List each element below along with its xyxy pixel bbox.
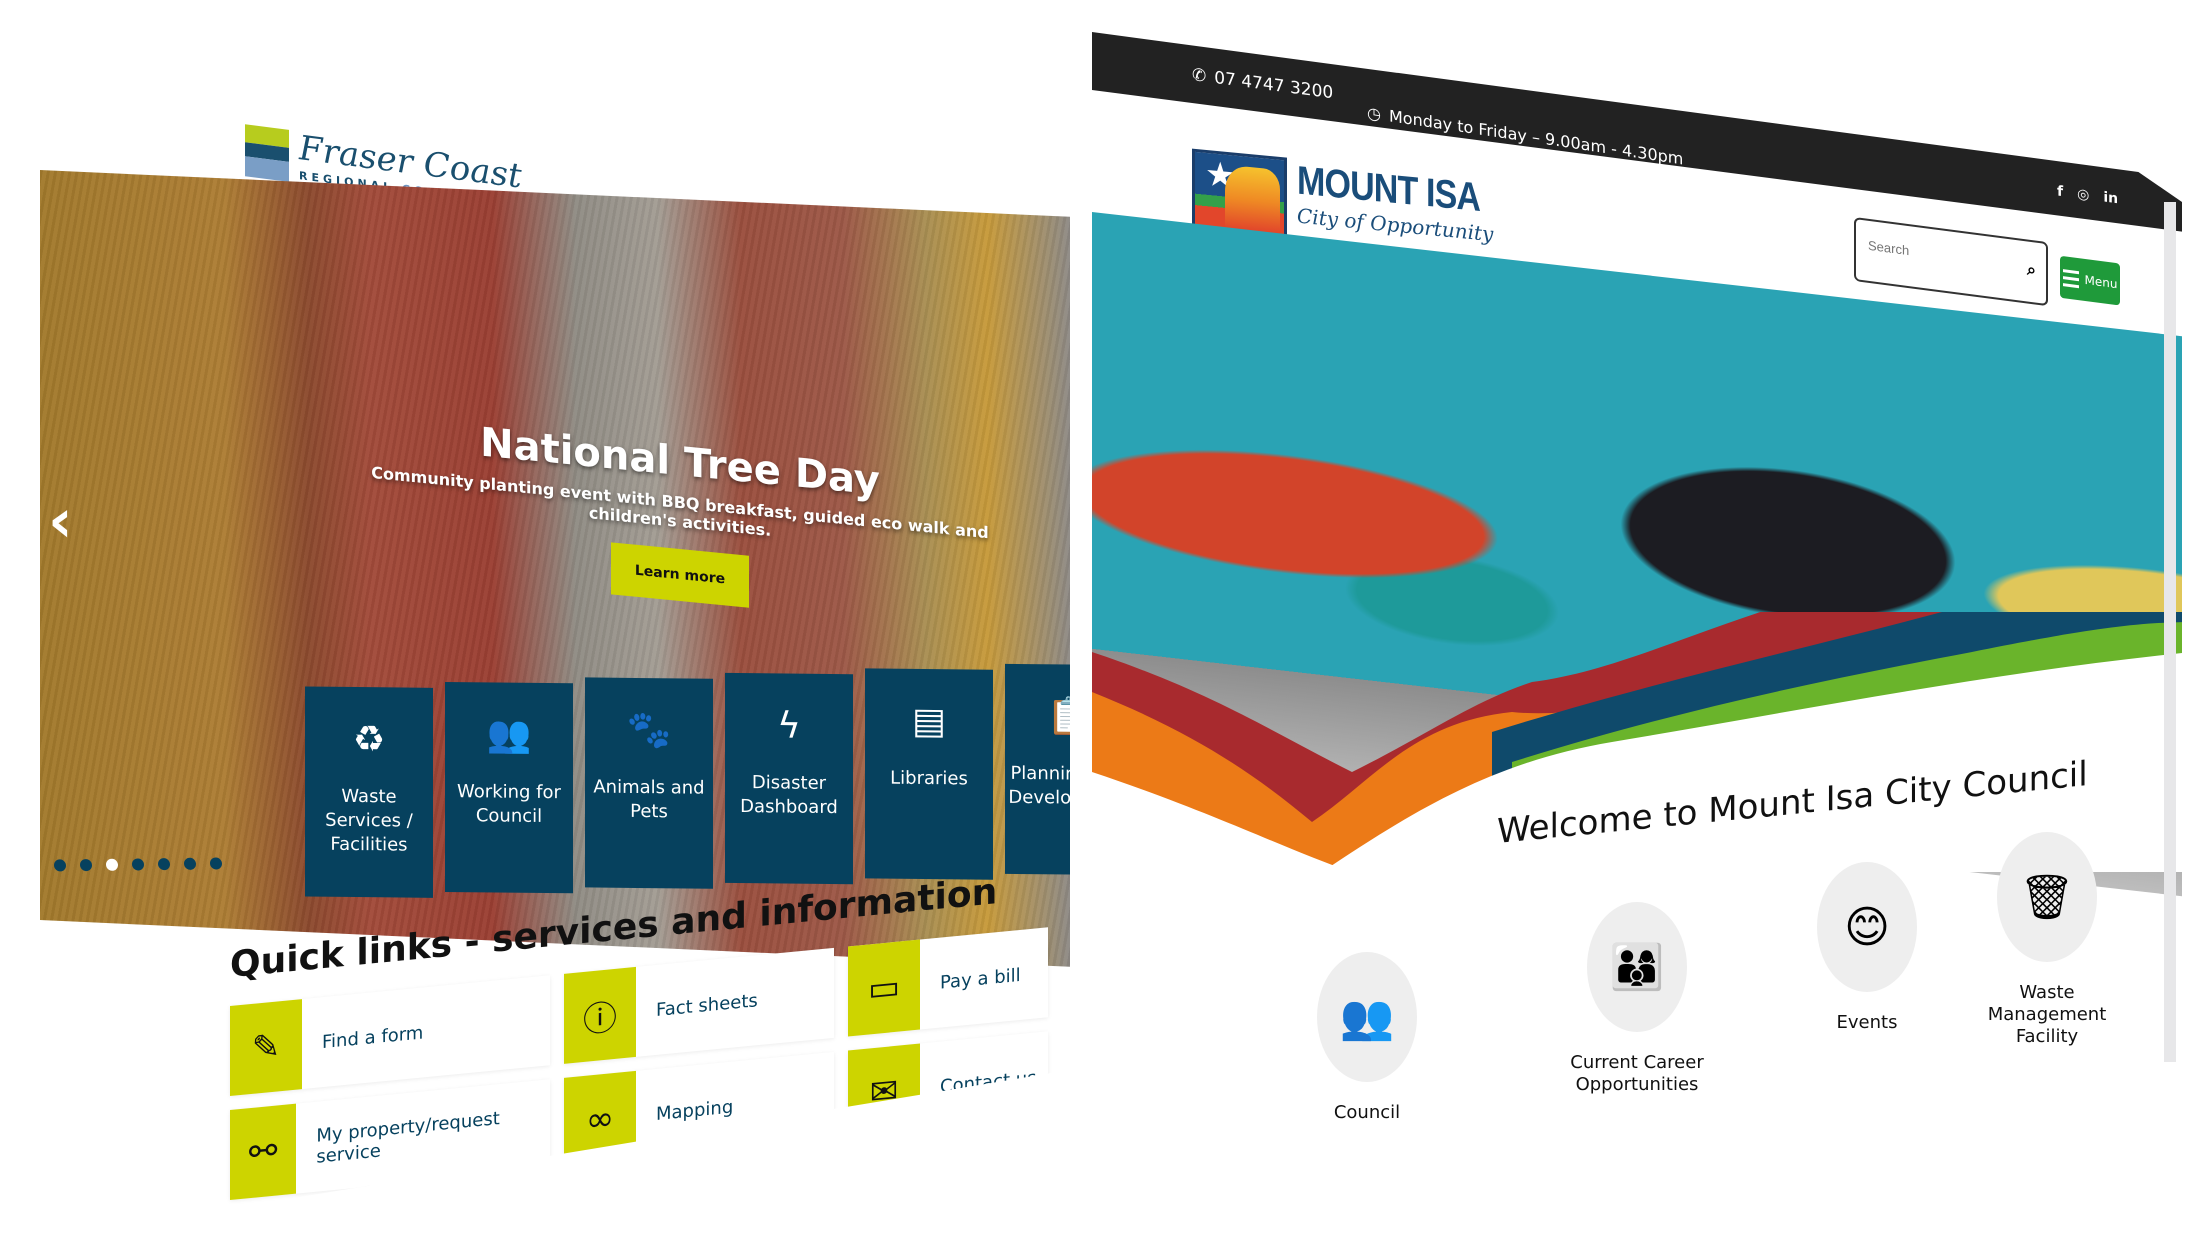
slider-dot[interactable] [54, 859, 66, 872]
people-group-icon: 👥 [486, 714, 532, 756]
fc-service-tile-label: Libraries [890, 767, 968, 790]
slider-dot[interactable] [210, 857, 222, 870]
search-icon[interactable]: ⌕ [2027, 259, 2036, 280]
fc-service-tile-label: Planning and Development [1008, 762, 1070, 810]
fc-service-tile[interactable]: 📋 Planning and Development [1005, 663, 1070, 876]
fc-quick-link[interactable]: ▭ Pay a bill [848, 927, 1048, 1037]
mi-phone[interactable]: ✆ 07 4747 3200 [1192, 65, 1333, 103]
linkedin-icon[interactable]: in [2103, 189, 2118, 207]
fc-service-tile-label: Waste Services / Facilities [325, 785, 413, 856]
mi-quick-link-label: Waste Management Facility [1987, 982, 2107, 1047]
fc-quick-link[interactable]: ⚯ My property/request service [230, 1079, 550, 1200]
fc-slider-dots [54, 857, 222, 881]
fc-service-tile-label: Animals and Pets [593, 776, 705, 823]
fraser-coast-screen: Fraser Coast REGIONAL COUNCIL 🔍︎ Search … [40, 20, 1070, 1240]
fc-quick-link-label: Find a form [322, 1021, 424, 1053]
learn-more-button[interactable]: Learn more [610, 542, 750, 608]
fc-logo-mark-icon [245, 124, 289, 182]
credit-card-icon: ▭ [848, 939, 920, 1037]
mi-quick-link[interactable]: 👥 Council [1282, 952, 1452, 1124]
clock-icon: ◷ [1367, 102, 1381, 125]
mi-quick-link-label: Council [1333, 1102, 1401, 1123]
fc-service-tile[interactable]: ▤ Libraries [865, 668, 993, 880]
chevron-left-icon[interactable]: ‹ [48, 485, 73, 556]
smiley-icon: 😊 [1817, 862, 1917, 992]
fc-service-tile[interactable]: 🐾 Animals and Pets [585, 677, 713, 889]
fc-quick-link-label: Fact sheets [656, 989, 758, 1021]
fc-hero-slider: ‹ National Tree Day Community planting e… [40, 170, 1070, 967]
paw-icon: 🐾 [626, 709, 672, 752]
fc-quick-link[interactable]: ∞ Mapping [564, 1051, 834, 1168]
device-frame-edge [2164, 202, 2176, 1062]
mi-menu-button[interactable]: Menu [2060, 255, 2120, 306]
binoculars-icon: ∞ [564, 1070, 636, 1168]
envelope-icon: ✉ [848, 1043, 920, 1141]
mi-social-links: f ◎ in [2057, 183, 2118, 207]
book-icon: ▤ [911, 700, 946, 743]
fc-quick-link-label: Contact us [940, 1066, 1037, 1098]
career-people-icon: 👨‍👩‍👦 [1587, 902, 1687, 1032]
slider-dot[interactable] [184, 857, 196, 871]
phone-icon: ✆ [1192, 64, 1207, 87]
mi-search-input[interactable] [1866, 236, 2010, 273]
facebook-icon[interactable]: f [2057, 183, 2063, 200]
instagram-icon[interactable]: ◎ [2077, 186, 2089, 204]
mi-quick-link[interactable]: 🗑 Waste Management Facility [1962, 832, 2132, 1048]
pencil-edit-icon: ✎ [230, 999, 302, 1096]
slider-dot[interactable] [158, 857, 170, 871]
slider-dot[interactable] [132, 858, 144, 871]
fc-service-tile-label: Working for Council [457, 781, 561, 827]
fc-quick-link-label: Pay a bill [940, 964, 1021, 994]
mi-quick-link-label: Events [1836, 1012, 1898, 1033]
mi-quick-links: 👥 Council 👨‍👩‍👦 Current Career Opportunitie… [1282, 832, 2182, 1172]
mi-quick-link[interactable]: 👨‍👩‍👦 Current Career Opportunities [1552, 902, 1722, 1096]
recycle-icon: ♻ [352, 718, 386, 761]
fc-quick-link[interactable]: ✉ Contact us [848, 1031, 1048, 1141]
hamburger-icon [2062, 268, 2079, 288]
fc-service-tile[interactable]: 👥 Working for Council [445, 681, 573, 894]
fc-quick-link-label: My property/request service [316, 1108, 500, 1168]
slider-dot[interactable] [80, 858, 92, 872]
handshake-icon: ⚯ [230, 1103, 297, 1200]
mount-isa-device: ✆ 07 4747 3200 ◷ Monday to Friday – 9.00… [1092, 12, 2182, 1252]
council-people-icon: 👥 [1317, 952, 1417, 1082]
trash-bin-icon: 🗑 [1997, 832, 2097, 962]
mount-isa-screen: ✆ 07 4747 3200 ◷ Monday to Friday – 9.00… [1092, 32, 2182, 1242]
fc-service-tile[interactable]: ♻ Waste Services / Facilities [305, 686, 433, 898]
fc-service-tile-label: Disaster Dashboard [740, 772, 838, 819]
fc-hero-caption: National Tree Day Community planting eve… [360, 408, 1000, 633]
mi-search-box: ⌕ [1854, 216, 2048, 307]
mockup-stage: Fraser Coast REGIONAL COUNCIL 🔍︎ Search … [0, 0, 2187, 1260]
fraser-coast-device: Fraser Coast REGIONAL COUNCIL 🔍︎ Search … [40, 20, 1070, 1240]
mi-quick-link-label: Current Career Opportunities [1570, 1052, 1704, 1095]
fc-quick-link[interactable]: ⓘ Fact sheets [564, 947, 834, 1064]
fc-quick-link-label: Mapping [656, 1096, 734, 1125]
fc-quick-link[interactable]: ✎ Find a form [230, 975, 550, 1096]
slider-dot[interactable] [106, 858, 118, 872]
fc-service-tile[interactable]: ϟ Disaster Dashboard [725, 672, 853, 885]
mi-quick-link[interactable]: 😊 Events [1782, 862, 1952, 1034]
fc-service-tiles: ♻ Waste Services / Facilities 👥 Working for… [305, 663, 1070, 905]
lightning-icon: ϟ [777, 705, 801, 747]
info-icon: ⓘ [564, 966, 636, 1064]
clipboard-house-icon: 📋 [1046, 696, 1070, 738]
